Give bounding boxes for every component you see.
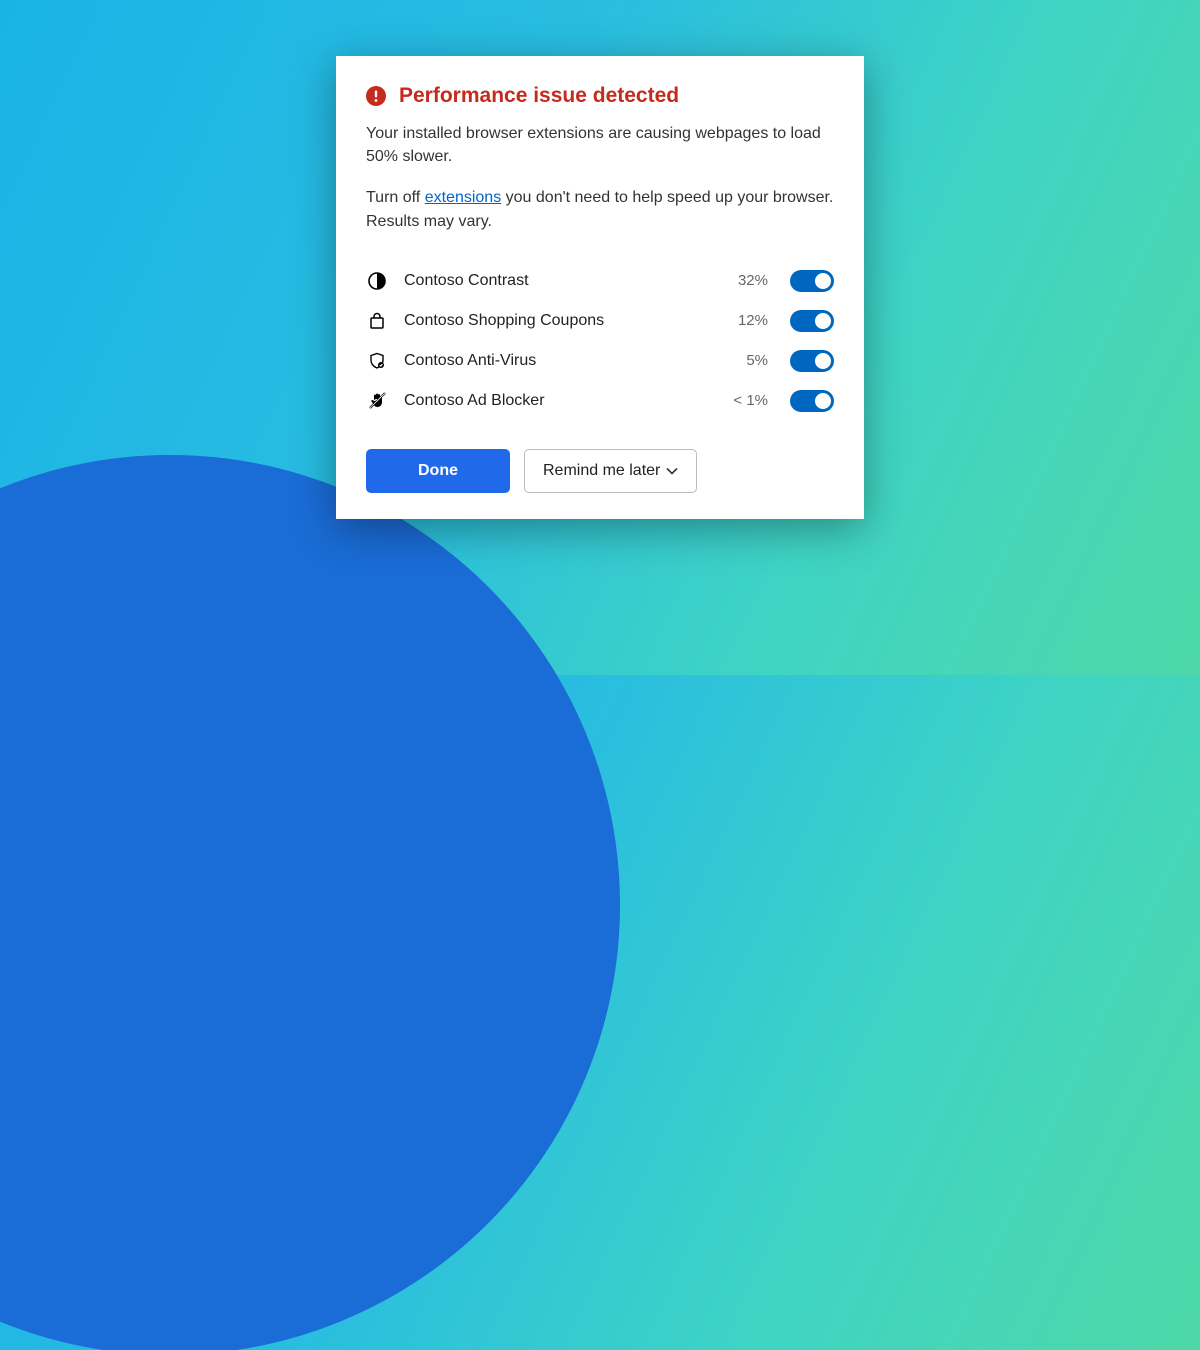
remind-label: Remind me later [543,462,660,480]
dialog-buttons: Done Remind me later [366,449,834,493]
shield-icon [366,350,388,372]
extension-toggle[interactable] [790,350,834,372]
remind-later-button[interactable]: Remind me later [524,449,697,493]
contrast-icon [366,270,388,292]
extension-row: Contoso Contrast 32% [366,261,834,301]
extension-name: Contoso Ad Blocker [404,392,722,410]
extension-impact: 5% [722,352,768,369]
extension-toggle[interactable] [790,310,834,332]
extension-name: Contoso Shopping Coupons [404,312,722,330]
performance-dialog: Performance issue detected Your installe… [336,56,864,519]
extension-impact: 32% [722,272,768,289]
extension-name: Contoso Contrast [404,272,722,290]
extension-row: Contoso Anti-Virus 5% [366,341,834,381]
dialog-message-2: Turn off extensions you don't need to he… [366,186,834,232]
chevron-down-icon [666,462,678,480]
extension-row: Contoso Shopping Coupons 12% [366,301,834,341]
extensions-link[interactable]: extensions [425,189,502,206]
dialog-title: Performance issue detected [399,84,679,108]
extensions-list: Contoso Contrast 32% Contoso Shopping Co… [366,261,834,421]
background-circle [0,455,620,1350]
extension-name: Contoso Anti-Virus [404,352,722,370]
done-button[interactable]: Done [366,449,510,493]
extension-row: Contoso Ad Blocker < 1% [366,381,834,421]
extension-toggle[interactable] [790,390,834,412]
alert-icon [366,86,386,106]
hand-block-icon [366,390,388,412]
extension-toggle[interactable] [790,270,834,292]
dialog-header: Performance issue detected [366,84,834,108]
shopping-icon [366,310,388,332]
extension-impact: < 1% [722,392,768,409]
message-text-before: Turn off [366,189,425,206]
dialog-message-1: Your installed browser extensions are ca… [366,122,834,168]
extension-impact: 12% [722,312,768,329]
